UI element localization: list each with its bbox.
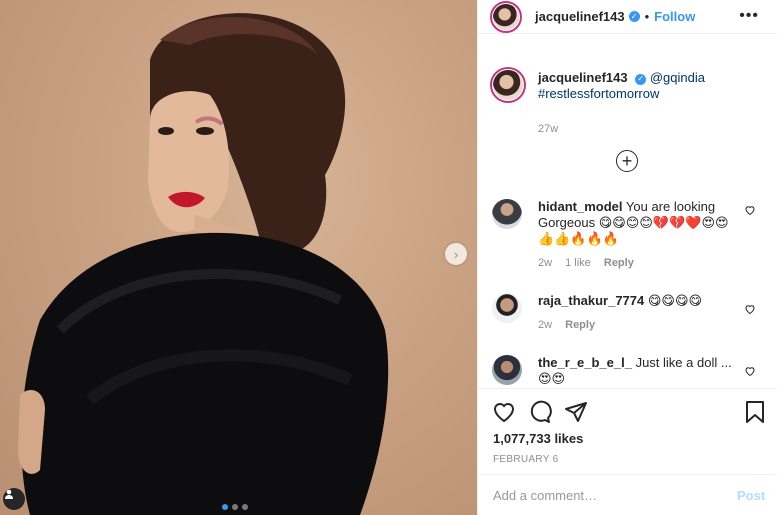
- post-comment-button[interactable]: Post: [737, 488, 765, 503]
- post-caption: jacquelinef143 ✓ @gqindia #restlessforto…: [478, 55, 777, 103]
- bookmark-icon[interactable]: [744, 400, 766, 424]
- like-comment-heart-icon[interactable]: [744, 365, 756, 377]
- commenter-avatar[interactable]: [492, 355, 522, 385]
- author-avatar[interactable]: [490, 0, 522, 33]
- plus-icon: +: [621, 151, 633, 171]
- portrait-image: [18, 13, 389, 515]
- comments-list[interactable]: jacquelinef143 ✓ @gqindia #restlessforto…: [478, 55, 777, 385]
- slide-dot-active: [222, 504, 228, 510]
- tagged-users-button[interactable]: [3, 488, 25, 510]
- verified-badge-icon: ✓: [635, 73, 647, 85]
- post-date[interactable]: FEBRUARY 6: [493, 454, 558, 465]
- separator: •: [644, 9, 650, 24]
- post-header: jacquelinef143 ✓ • Follow •••: [478, 0, 777, 34]
- user-icon: [5, 489, 13, 499]
- comment-likes[interactable]: 1 like: [565, 257, 591, 269]
- next-slide-button[interactable]: ›: [445, 243, 467, 265]
- comment-time: 2w: [538, 319, 553, 331]
- chevron-right-icon: ›: [453, 246, 459, 262]
- comment-icon[interactable]: [528, 400, 552, 424]
- caption-hashtag[interactable]: #restlessfortomorrow: [538, 86, 659, 101]
- add-comment-bar: Post: [478, 474, 777, 515]
- slide-dot: [232, 504, 238, 510]
- slide-dot: [242, 504, 248, 510]
- commenter-username[interactable]: raja_thakur_7774: [538, 293, 644, 308]
- comment-item: hidant_model You are looking Gorgeous 😋😋…: [492, 199, 772, 271]
- commenter-username[interactable]: the_r_e_b_e_l_: [538, 355, 632, 370]
- caption-mention[interactable]: @gqindia: [650, 70, 705, 85]
- comment-time: 2w: [538, 257, 553, 269]
- like-count[interactable]: 1,077,733 likes: [493, 431, 583, 446]
- share-icon[interactable]: [564, 400, 588, 424]
- comment-item: the_r_e_b_e_l_ Just like a doll ...😍😍: [492, 355, 772, 385]
- commenter-avatar[interactable]: [492, 293, 522, 323]
- comment-item: raja_thakur_7774 😋😋😋😋 2w Reply: [492, 293, 772, 333]
- follow-button[interactable]: Follow: [654, 9, 695, 24]
- reply-button[interactable]: Reply: [604, 257, 634, 269]
- verified-badge-icon: ✓: [628, 11, 640, 22]
- comment-text: 😋😋😋😋: [647, 293, 703, 308]
- slide-indicator: [222, 504, 248, 510]
- post-photo[interactable]: ›: [0, 0, 477, 515]
- post-details-panel: jacquelinef143 ✓ • Follow ••• jacqueline…: [477, 0, 777, 515]
- commenter-username[interactable]: hidant_model: [538, 199, 623, 214]
- heart-icon[interactable]: [492, 400, 516, 424]
- like-comment-heart-icon[interactable]: [744, 204, 756, 216]
- caption-username[interactable]: jacquelinef143: [538, 70, 628, 85]
- comment-input[interactable]: [493, 487, 723, 503]
- reply-button[interactable]: Reply: [565, 319, 595, 331]
- author-username[interactable]: jacquelinef143: [535, 9, 625, 24]
- like-comment-heart-icon[interactable]: [744, 303, 756, 315]
- commenter-avatar[interactable]: [492, 199, 522, 229]
- caption-time: 27w: [538, 123, 559, 135]
- more-options-icon[interactable]: •••: [739, 7, 759, 25]
- caption-avatar[interactable]: [490, 67, 526, 103]
- load-more-comments-button[interactable]: +: [616, 150, 638, 172]
- post-actions: 1,077,733 likes FEBRUARY 6: [478, 388, 777, 474]
